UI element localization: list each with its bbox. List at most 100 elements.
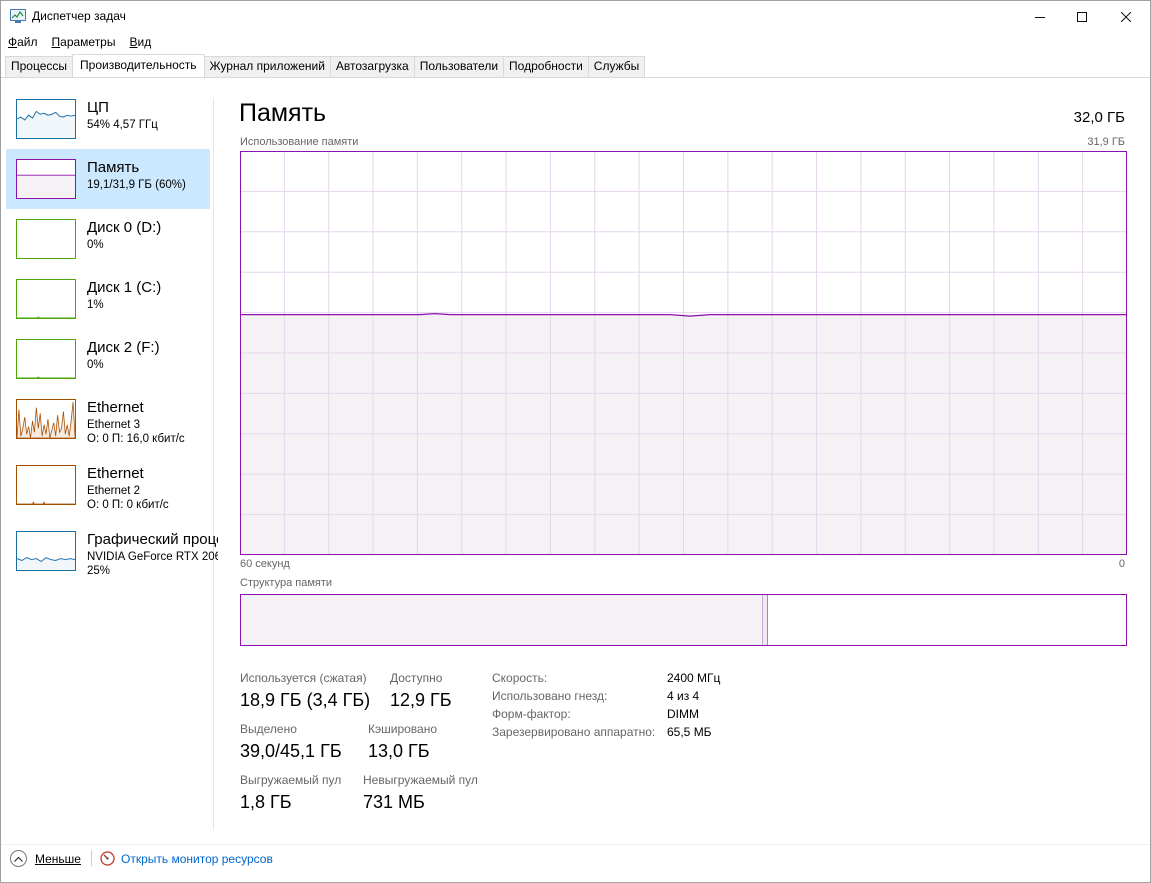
sidebar-ethernet-3-title: Ethernet	[87, 399, 144, 416]
sidebar-item-disk-0[interactable]: Диск 0 (D:) 0%	[6, 209, 210, 269]
sidebar-ethernet-2-adapter: Ethernet 2	[87, 485, 141, 497]
tabs-divider	[1, 77, 1150, 78]
slots-label: Использовано гнезд:	[492, 689, 608, 703]
sidebar-gpu-title: Графический процессор 0	[87, 531, 218, 548]
in-use-label: Используется (сжатая)	[240, 671, 367, 685]
cpu-thumbnail-graph	[16, 99, 76, 139]
sidebar-disk-1-title: Диск 1 (C:)	[87, 279, 162, 296]
memory-usage-caption: Использование памяти	[240, 136, 359, 148]
committed-value: 39,0/45,1 ГБ	[240, 741, 342, 761]
tab-app-history[interactable]: Журнал приложений	[203, 56, 331, 77]
chevron-up-icon	[10, 850, 27, 867]
tab-services[interactable]: Службы	[587, 56, 646, 77]
menu-file-label: айл	[17, 35, 38, 49]
menu-file[interactable]: Файл	[1, 33, 45, 51]
menu-view-accel: В	[129, 35, 138, 49]
memory-thumbnail-graph	[16, 159, 76, 199]
sidebar-item-ethernet-2[interactable]: Ethernet Ethernet 2 О: 0 П: 0 кбит/с	[6, 455, 210, 515]
menu-view-label: ид	[137, 35, 152, 49]
menu-options-accel: П	[51, 35, 61, 49]
window-title: Диспетчер задач	[32, 9, 126, 23]
footer-divider	[1, 844, 1150, 845]
memory-usage-max: 31,9 ГБ	[1087, 136, 1125, 148]
sidebar-ethernet-2-throughput: О: 0 П: 0 кбит/с	[87, 499, 169, 511]
minimize-button[interactable]	[1017, 1, 1063, 32]
sidebar-divider	[213, 98, 214, 830]
fewer-details-button[interactable]: Меньше	[10, 850, 81, 867]
speed-value: 2400 МГц	[667, 671, 721, 685]
paged-pool-value: 1,8 ГБ	[240, 792, 292, 812]
tab-startup[interactable]: Автозагрузка	[329, 56, 415, 77]
menu-file-accel: Ф	[8, 35, 18, 49]
sidebar-memory-usage: 19,1/31,9 ГБ (60%)	[87, 179, 186, 191]
sidebar-disk-0-title: Диск 0 (D:)	[87, 219, 162, 236]
form-factor-value: DIMM	[667, 707, 699, 721]
sidebar-memory-title: Память	[87, 159, 140, 176]
open-resource-monitor-label: Открыть монитор ресурсов	[121, 851, 273, 866]
minimize-icon	[1035, 16, 1045, 18]
slots-value: 4 из 4	[667, 689, 700, 703]
nonpaged-pool-value: 731 МБ	[363, 792, 425, 812]
task-manager-app-icon	[10, 9, 26, 23]
menu-bar: Файл Параметры Вид	[1, 33, 158, 51]
sidebar-disk-0-usage: 0%	[87, 239, 104, 251]
open-resource-monitor-link[interactable]: Открыть монитор ресурсов	[100, 851, 273, 866]
footer-separator	[91, 850, 92, 866]
disk-1-thumbnail-graph	[16, 279, 76, 319]
sidebar-ethernet-3-throughput: О: 0 П: 16,0 кбит/с	[87, 433, 185, 445]
cached-value: 13,0 ГБ	[368, 741, 430, 761]
form-factor-label: Форм-фактор:	[492, 707, 571, 721]
sidebar-disk-2-title: Диск 2 (F:)	[87, 339, 160, 356]
in-use-value: 18,9 ГБ (3,4 ГБ)	[240, 690, 371, 710]
maximize-button[interactable]	[1059, 1, 1105, 32]
sidebar-cpu-usage: 54% 4,57 ГГц	[87, 119, 158, 131]
nonpaged-pool-label: Невыгружаемый пул	[363, 773, 478, 787]
sidebar-disk-2-usage: 0%	[87, 359, 104, 371]
gpu-thumbnail-graph	[16, 531, 76, 571]
menu-options-label: араметры	[60, 35, 116, 49]
hardware-reserved-label: Зарезервировано аппаратно:	[492, 725, 656, 739]
tab-bar: Процессы Производительность Журнал прило…	[5, 54, 646, 77]
memory-in-use-segment	[241, 595, 764, 645]
memory-composition-bar	[240, 594, 1127, 646]
sidebar-item-gpu[interactable]: Графический процессор 0 NVIDIA GeForce R…	[6, 521, 218, 581]
resource-monitor-icon	[100, 851, 115, 866]
task-manager-window: Диспетчер задач Файл Параметры Вид Проце…	[0, 0, 1151, 883]
tab-users[interactable]: Пользователи	[413, 56, 505, 77]
sidebar-cpu-title: ЦП	[87, 99, 109, 116]
memory-composition-caption: Структура памяти	[240, 577, 333, 589]
sidebar-item-ethernet-3[interactable]: Ethernet Ethernet 3 О: 0 П: 16,0 кбит/с	[6, 389, 210, 449]
tab-processes[interactable]: Процессы	[5, 56, 74, 77]
title-bar[interactable]: Диспетчер задач	[1, 1, 1150, 32]
close-button[interactable]	[1103, 1, 1149, 32]
sidebar-disk-1-usage: 1%	[87, 299, 104, 311]
tab-details[interactable]: Подробности	[503, 56, 589, 77]
chart-time-now: 0	[1118, 558, 1125, 570]
sidebar-item-cpu[interactable]: ЦП 54% 4,57 ГГц	[6, 89, 210, 149]
memory-usage-chart	[240, 151, 1127, 555]
sidebar-gpu-model: NVIDIA GeForce RTX 2060	[87, 551, 218, 563]
ethernet-3-thumbnail-graph	[16, 399, 76, 439]
chart-time-span: 60 секунд	[240, 558, 290, 570]
committed-label: Выделено	[240, 722, 297, 736]
disk-0-thumbnail-graph	[16, 219, 76, 259]
hardware-reserved-value: 65,5 МБ	[667, 725, 712, 739]
fewer-details-label: Меньше	[35, 851, 81, 866]
ethernet-2-thumbnail-graph	[16, 465, 76, 505]
sidebar-ethernet-3-adapter: Ethernet 3	[87, 419, 141, 431]
menu-options[interactable]: Параметры	[45, 33, 123, 51]
page-title: Память	[239, 99, 327, 127]
close-icon	[1121, 11, 1131, 22]
cached-label: Кэшировано	[368, 722, 438, 736]
sidebar-ethernet-2-title: Ethernet	[87, 465, 144, 482]
paged-pool-label: Выгружаемый пул	[240, 773, 342, 787]
available-label: Доступно	[390, 671, 443, 685]
sidebar-item-disk-2[interactable]: Диск 2 (F:) 0%	[6, 329, 210, 389]
memory-total: 32,0 ГБ	[1073, 109, 1125, 126]
speed-label: Скорость:	[492, 671, 548, 685]
sidebar-item-disk-1[interactable]: Диск 1 (C:) 1%	[6, 269, 210, 329]
sidebar-item-memory[interactable]: Память 19,1/31,9 ГБ (60%)	[6, 149, 210, 209]
menu-view[interactable]: Вид	[122, 33, 158, 51]
tab-performance[interactable]: Производительность	[72, 54, 205, 77]
memory-modified-segment	[763, 595, 769, 645]
